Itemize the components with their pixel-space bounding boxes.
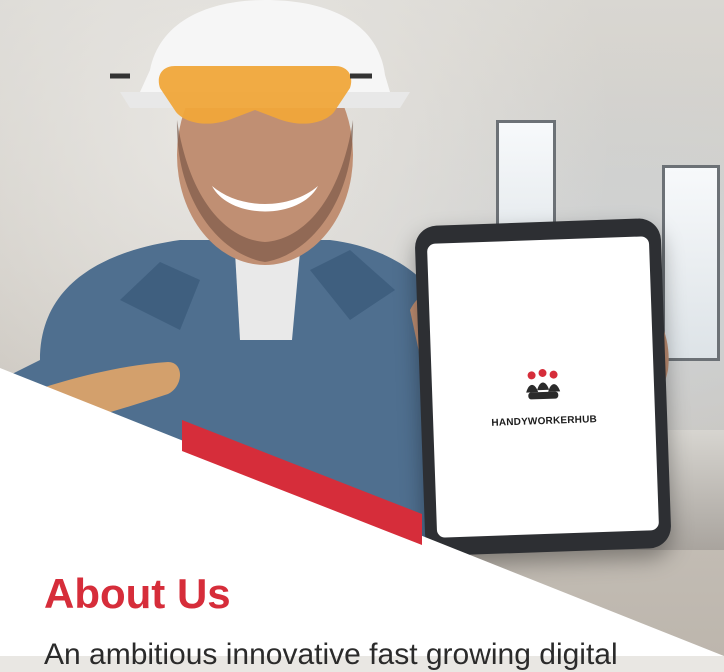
white-diagonal-panel [0, 368, 724, 656]
hero-image: HANDYWORKERHUB [0, 0, 724, 656]
intro-paragraph: An ambitious innovative fast growing dig… [44, 638, 618, 671]
page-title: About Us [44, 570, 231, 617]
